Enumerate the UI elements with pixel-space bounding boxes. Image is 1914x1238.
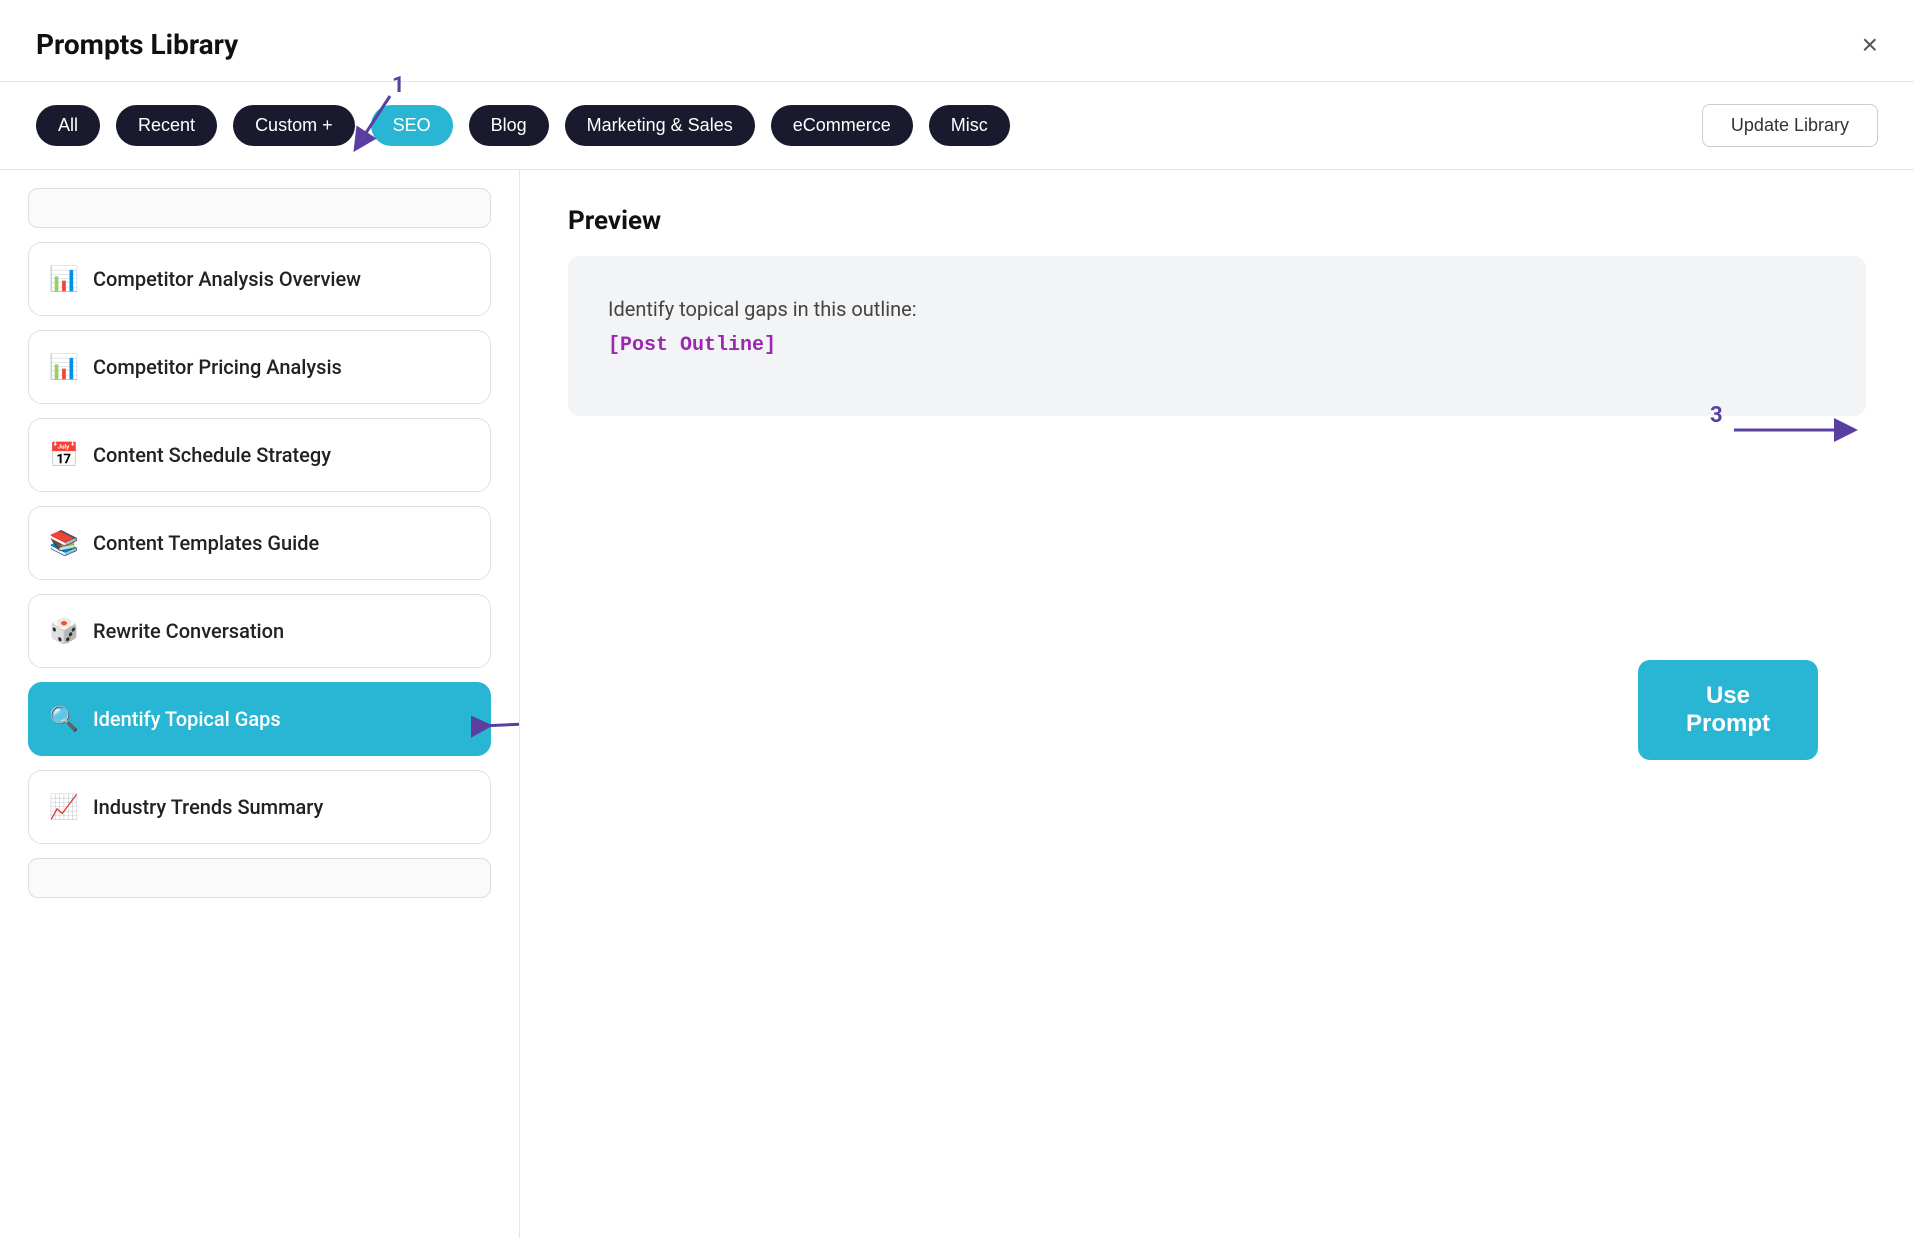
identify-topical-gaps-icon: 🔍 — [49, 705, 79, 733]
filter-chip-seo[interactable]: SEO — [371, 105, 453, 146]
preview-text: Identify topical gaps in this outline: — [608, 297, 917, 321]
content-templates-label: Content Templates Guide — [93, 531, 319, 555]
main-content: 📊 Competitor Analysis Overview 📊 Competi… — [0, 170, 1914, 1238]
prompt-item-content-schedule[interactable]: 📅 Content Schedule Strategy — [28, 418, 491, 492]
update-library-button[interactable]: Update Library — [1702, 104, 1878, 147]
filter-chip-ecommerce[interactable]: eCommerce — [771, 105, 913, 146]
annotation-3-arrow: 3 — [1706, 400, 1866, 460]
prompt-item-rewrite-conversation[interactable]: 🎲 Rewrite Conversation — [28, 594, 491, 668]
content-schedule-icon: 📅 — [49, 441, 79, 469]
identify-topical-gaps-label: Identify Topical Gaps — [93, 707, 281, 731]
filter-chip-custom[interactable]: Custom + — [233, 105, 355, 146]
filter-chip-misc[interactable]: Misc — [929, 105, 1010, 146]
content-templates-icon: 📚 — [49, 529, 79, 557]
right-panel: Preview Identify topical gaps in this ou… — [520, 170, 1914, 1238]
selected-item-wrapper: 🔍 Identify Topical Gaps 2 — [28, 682, 491, 770]
use-prompt-button[interactable]: Use Prompt — [1638, 660, 1818, 760]
competitor-pricing-icon: 📊 — [49, 353, 79, 381]
competitor-pricing-label: Competitor Pricing Analysis — [93, 355, 342, 379]
sidebar-scroll-bottom — [28, 858, 491, 898]
filter-chip-all[interactable]: All — [36, 105, 100, 146]
modal-title: Prompts Library — [36, 28, 238, 61]
content-schedule-label: Content Schedule Strategy — [93, 443, 331, 467]
prompt-item-identify-topical-gaps[interactable]: 🔍 Identify Topical Gaps — [28, 682, 491, 756]
rewrite-conversation-icon: 🎲 — [49, 617, 79, 645]
prompts-library-modal: Prompts Library × 1 All Recent Custom + … — [0, 0, 1914, 1238]
filter-chip-recent[interactable]: Recent — [116, 105, 217, 146]
filter-chip-blog[interactable]: Blog — [469, 105, 549, 146]
prompt-item-industry-trends[interactable]: 📈 Industry Trends Summary — [28, 770, 491, 844]
prompt-item-competitor-analysis[interactable]: 📊 Competitor Analysis Overview — [28, 242, 491, 316]
filter-bar: 1 All Recent Custom + SEO Blog Marketing… — [0, 82, 1914, 170]
svg-text:3: 3 — [1710, 403, 1723, 428]
preview-title: Preview — [568, 206, 1866, 236]
competitor-analysis-icon: 📊 — [49, 265, 79, 293]
sidebar: 📊 Competitor Analysis Overview 📊 Competi… — [0, 170, 520, 1238]
sidebar-scroll-top — [28, 188, 491, 228]
preview-variable: [Post Outline] — [608, 334, 776, 357]
rewrite-conversation-label: Rewrite Conversation — [93, 619, 284, 643]
preview-box: Identify topical gaps in this outline: [… — [568, 256, 1866, 416]
close-button[interactable]: × — [1862, 31, 1878, 59]
modal-header: Prompts Library × — [0, 0, 1914, 82]
competitor-analysis-label: Competitor Analysis Overview — [93, 267, 361, 291]
filter-chip-marketing[interactable]: Marketing & Sales — [565, 105, 755, 146]
prompt-item-content-templates[interactable]: 📚 Content Templates Guide — [28, 506, 491, 580]
industry-trends-icon: 📈 — [49, 793, 79, 821]
prompt-item-competitor-pricing[interactable]: 📊 Competitor Pricing Analysis — [28, 330, 491, 404]
industry-trends-label: Industry Trends Summary — [93, 795, 323, 819]
use-prompt-area: 3 Use Prompt — [1706, 400, 1866, 460]
